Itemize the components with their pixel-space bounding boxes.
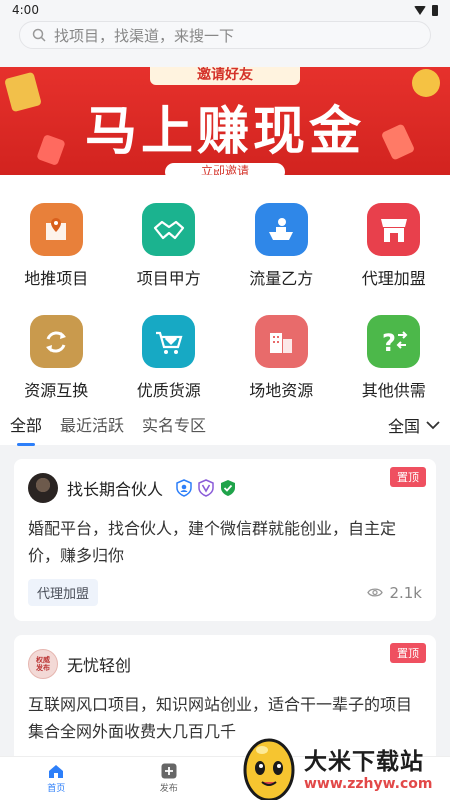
region-selector[interactable]: 全国 <box>388 413 440 437</box>
mascot-icon <box>240 732 298 800</box>
category-agency-franchise[interactable]: 代理加盟 <box>338 203 450 315</box>
view-count-value: 2.1k <box>389 583 422 602</box>
author-name[interactable]: 无忧轻创 <box>67 652 131 676</box>
status-icons <box>414 4 438 16</box>
post-footer: 代理加盟 2.1k <box>28 579 422 606</box>
category-resource-exchange[interactable]: 资源互换 <box>0 315 113 409</box>
building-icon <box>254 315 308 368</box>
store-icon <box>367 203 421 256</box>
view-count: 2.1k <box>367 584 422 602</box>
promo-banner[interactable]: 邀请好友 马上赚现金 立即邀请 <box>0 67 450 175</box>
status-bar: 4:00 <box>0 0 450 20</box>
carousel-dot <box>223 166 231 169</box>
shield-user-icon <box>176 479 192 497</box>
post-card[interactable]: 置顶 找长期合伙人 婚配平台，找合伙人，建个微信群就能创业，自主定价，赚多归你 … <box>14 459 436 621</box>
search-input[interactable]: 找项目，找渠道，来搜一下 <box>19 21 431 49</box>
category-quality-supply[interactable]: 优质货源 <box>113 315 226 409</box>
home-icon <box>49 764 64 778</box>
chevron-down-icon <box>426 420 440 429</box>
pinned-badge: 置顶 <box>390 467 426 487</box>
region-label: 全国 <box>387 417 420 436</box>
site-watermark: 大米下载站 www.zzhyw.com <box>240 734 450 800</box>
banner-top-text: 邀请好友 <box>150 67 300 85</box>
category-project-owner[interactable]: 项目甲方 <box>113 203 226 315</box>
category-label: 项目甲方 <box>136 269 201 288</box>
plus-icon <box>161 763 177 779</box>
banner-invite-button[interactable]: 立即邀请 <box>165 163 285 175</box>
category-label: 代理加盟 <box>361 269 426 288</box>
watermark-text: 大米下载站 www.zzhyw.com <box>304 742 432 792</box>
shield-vip-icon <box>198 479 214 497</box>
tab-verified-zone[interactable]: 实名专区 <box>142 412 206 438</box>
category-label: 地推项目 <box>24 269 89 288</box>
carousel-dots <box>212 166 231 169</box>
avatar-text: 权威 发布 <box>36 656 50 672</box>
post-author: 权威 发布 无忧轻创 <box>28 649 422 679</box>
category-label: 场地资源 <box>249 381 314 400</box>
wifi-icon <box>414 5 426 15</box>
carousel-dot <box>212 166 220 169</box>
search-placeholder: 找项目，找渠道，来搜一下 <box>54 26 235 45</box>
author-name[interactable]: 找长期合伙人 <box>67 476 163 500</box>
eye-icon <box>367 588 384 597</box>
search-area: 找项目，找渠道，来搜一下 <box>0 20 450 67</box>
question-icon: ? <box>367 315 421 368</box>
diamond-cart-icon <box>142 315 196 368</box>
shield-check-icon <box>221 480 236 496</box>
filter-bar: 全部 最近活跃 实名专区 全国 <box>0 405 450 446</box>
watermark-url: www.zzhyw.com <box>304 776 433 792</box>
boat-icon <box>254 203 308 256</box>
battery-icon <box>432 4 438 16</box>
pinned-badge: 置顶 <box>390 643 426 663</box>
post-tag[interactable]: 代理加盟 <box>28 579 99 606</box>
watermark-title: 大米下载站 <box>304 749 424 775</box>
category-ground-promotion[interactable]: 地推项目 <box>0 203 113 315</box>
handshake-icon <box>142 203 196 256</box>
tab-home[interactable]: 首页 <box>0 757 113 800</box>
category-venue-resource[interactable]: 场地资源 <box>225 315 338 409</box>
avatar[interactable]: 权威 发布 <box>28 649 58 679</box>
category-other-demand[interactable]: ? 其他供需 <box>338 315 450 409</box>
tab-publish-label: 发布 <box>159 784 178 794</box>
category-label: 资源互换 <box>24 381 89 400</box>
category-grid: 地推项目 项目甲方 流量乙方 代理加盟 资源互换 优质货源 场地资源 ? 其他供… <box>0 175 450 405</box>
map-pin-icon <box>29 203 83 256</box>
banner-main-text: 马上赚现金 <box>84 102 365 162</box>
exchange-icon <box>29 315 83 368</box>
search-icon <box>32 28 46 42</box>
category-label: 流量乙方 <box>249 269 314 288</box>
status-time: 4:00 <box>12 3 39 17</box>
avatar[interactable] <box>28 473 58 503</box>
category-label: 其他供需 <box>361 381 426 400</box>
tab-recently-active[interactable]: 最近活跃 <box>60 412 124 438</box>
svg-text:?: ? <box>382 329 396 357</box>
category-traffic-provider[interactable]: 流量乙方 <box>225 203 338 315</box>
tab-home-label: 首页 <box>47 783 66 794</box>
category-label: 优质货源 <box>136 381 201 400</box>
post-author: 找长期合伙人 <box>28 473 422 503</box>
tab-all[interactable]: 全部 <box>10 412 42 446</box>
tab-publish[interactable]: 发布 <box>113 757 226 800</box>
verification-badges <box>176 479 236 497</box>
post-content: 婚配平台，找合伙人，建个微信群就能创业，自主定价，赚多归你 <box>28 519 397 565</box>
